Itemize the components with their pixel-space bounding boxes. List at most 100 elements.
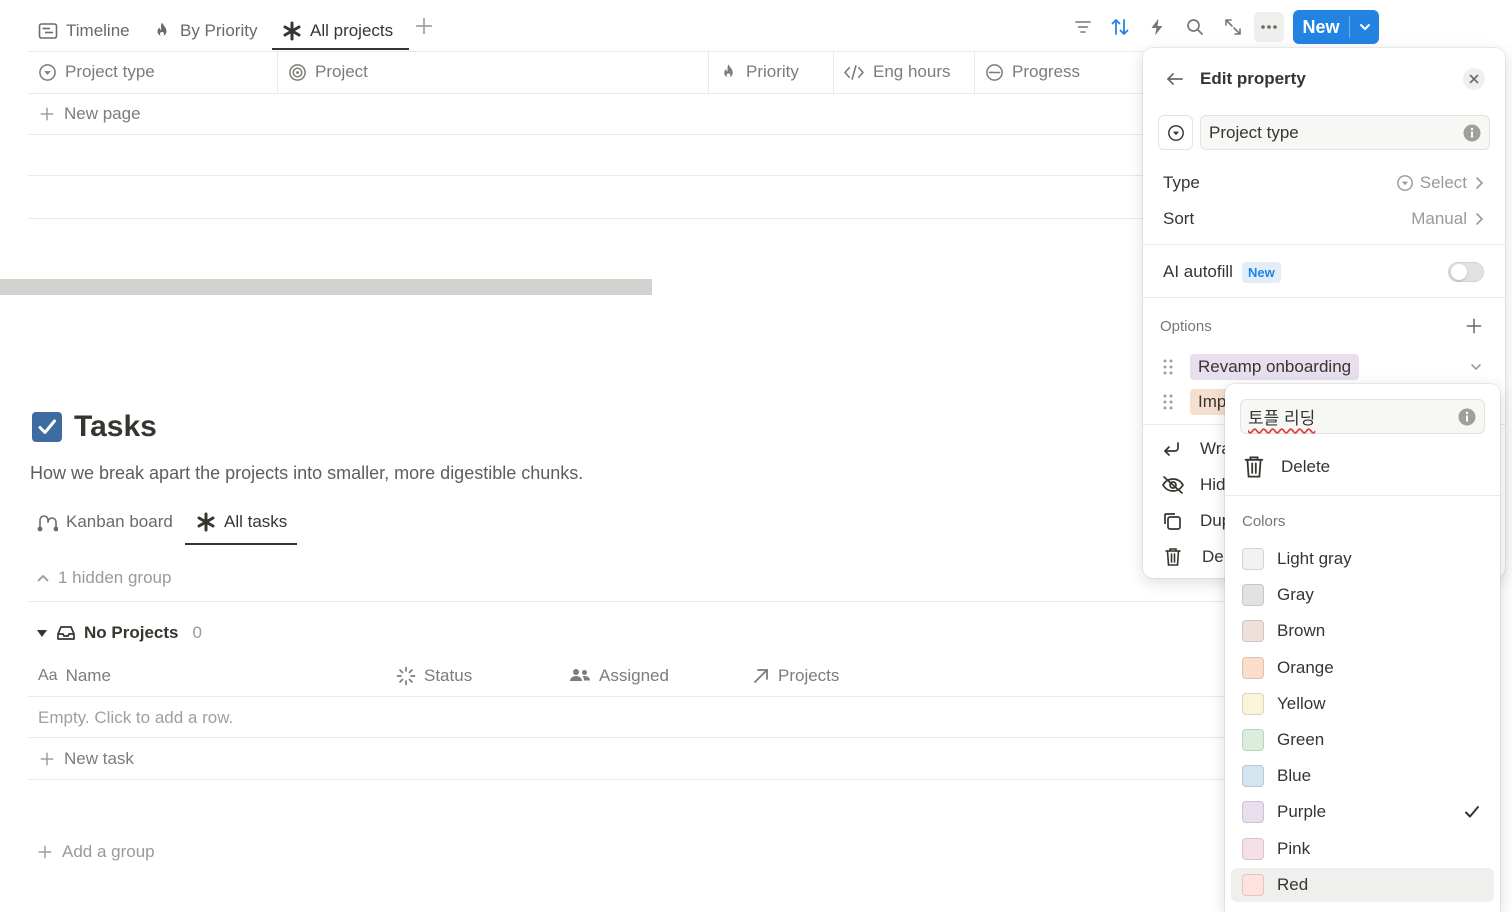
option-name-value: 토플 리딩	[1248, 409, 1316, 428]
column-header-project[interactable]: Project	[288, 62, 368, 82]
column-header-status[interactable]: Status	[396, 666, 472, 686]
flame-icon	[719, 63, 738, 82]
menu-divider	[1225, 495, 1500, 496]
color-option[interactable]: Light gray	[1231, 542, 1494, 576]
option-edit-menu: 토플 리딩 Delete Colors Light gray Gray Brown O…	[1225, 384, 1500, 912]
action-label: Hid	[1200, 475, 1226, 494]
new-page-button[interactable]: New page	[38, 104, 141, 124]
property-name-value: Project type	[1209, 122, 1299, 142]
title-text: Tasks	[74, 410, 157, 443]
column-header-name[interactable]: Aa Name	[38, 666, 111, 686]
color-option[interactable]: Green	[1231, 723, 1494, 757]
wrap-icon	[1162, 439, 1182, 459]
color-option[interactable]: Red	[1231, 868, 1494, 902]
automation-button[interactable]	[1142, 12, 1172, 42]
search-button[interactable]	[1180, 12, 1210, 42]
hidden-group-label: 1 hidden group	[58, 568, 172, 587]
expand-button[interactable]	[1218, 12, 1248, 42]
trash-icon	[1243, 455, 1265, 479]
plus-icon	[38, 750, 56, 768]
empty-row-message[interactable]: Empty. Click to add a row.	[38, 708, 233, 728]
caret-down-icon	[36, 627, 48, 639]
drag-handle-icon[interactable]	[1162, 393, 1174, 411]
add-view-button[interactable]	[414, 16, 434, 38]
toggle-knob	[1451, 264, 1467, 280]
back-arrow-icon[interactable]	[1165, 69, 1185, 89]
color-option[interactable]: Gray	[1231, 578, 1494, 612]
timeline-icon	[38, 21, 58, 41]
color-option[interactable]: Orange	[1231, 651, 1494, 685]
property-icon-button[interactable]	[1158, 115, 1193, 150]
select-icon	[1396, 174, 1414, 192]
option-pill: Revamp onboarding	[1190, 354, 1360, 380]
tab-timeline[interactable]: Timeline	[38, 12, 130, 50]
header-border	[28, 93, 1143, 94]
tab-all-projects[interactable]: All projects	[282, 12, 393, 50]
ai-autofill-row: AI autofill New	[1143, 258, 1505, 286]
column-header-projects[interactable]: Projects	[752, 666, 839, 686]
column-label: Name	[65, 666, 111, 685]
delete-option-button[interactable]: Delete	[1243, 453, 1330, 481]
active-tab-indicator	[272, 48, 409, 50]
panel-header: Edit property	[1143, 66, 1505, 92]
filter-button[interactable]	[1068, 12, 1098, 42]
new-button[interactable]: New	[1293, 10, 1379, 44]
sort-button[interactable]	[1105, 12, 1135, 42]
add-option-icon[interactable]	[1465, 317, 1483, 335]
option-name-input[interactable]: 토플 리딩	[1240, 399, 1485, 434]
tab-kanban-board[interactable]: Kanban board	[36, 503, 173, 541]
column-label: Projects	[778, 666, 840, 685]
ai-autofill-toggle[interactable]	[1448, 262, 1484, 282]
tab-by-priority[interactable]: By Priority	[152, 12, 257, 50]
more-button[interactable]	[1254, 12, 1284, 42]
status-icon	[396, 666, 416, 686]
color-swatch	[1242, 729, 1264, 751]
add-group-button[interactable]: Add a group	[36, 842, 155, 862]
column-header-progress[interactable]: Progress	[985, 62, 1080, 82]
tab-label: Timeline	[66, 21, 130, 40]
sort-row[interactable]: Sort Manual	[1143, 206, 1505, 232]
color-swatch	[1242, 765, 1264, 787]
option-row[interactable]: Revamp onboarding	[1143, 354, 1505, 380]
hidden-group-toggle[interactable]: 1 hidden group	[36, 568, 171, 588]
chevron-up-icon	[36, 571, 50, 585]
close-button[interactable]	[1463, 68, 1485, 90]
color-option[interactable]: Pink	[1231, 832, 1494, 866]
color-option[interactable]: Yellow	[1231, 687, 1494, 721]
color-option[interactable]: Blue	[1231, 759, 1494, 793]
color-label: Light gray	[1277, 549, 1352, 568]
chevron-down-icon	[1358, 20, 1372, 34]
color-swatch	[1242, 584, 1264, 606]
column-header-assigned[interactable]: Assigned	[569, 666, 669, 686]
group-label: No Projects	[84, 623, 179, 642]
color-label: Orange	[1277, 658, 1334, 677]
delete-label: Delete	[1281, 457, 1331, 476]
options-label: Options	[1160, 317, 1212, 335]
info-icon[interactable]	[1463, 124, 1481, 142]
color-swatch	[1242, 693, 1264, 715]
property-name-input[interactable]: Project type	[1200, 115, 1490, 150]
color-option[interactable]: Brown	[1231, 614, 1494, 648]
color-option[interactable]: Purple	[1231, 795, 1494, 829]
group-header[interactable]: No Projects 0	[36, 623, 202, 643]
table-border-top	[28, 51, 1143, 52]
color-label: Red	[1277, 875, 1309, 894]
sort-icon	[1109, 16, 1131, 38]
new-dropdown-button[interactable]	[1350, 10, 1379, 44]
new-task-button[interactable]: New task	[38, 749, 134, 769]
tab-all-tasks[interactable]: All tasks	[196, 503, 287, 541]
drag-handle-icon[interactable]	[1162, 358, 1174, 376]
column-label: Progress	[1012, 62, 1081, 81]
tab-label: By Priority	[180, 21, 258, 40]
column-label: Assigned	[599, 666, 669, 685]
horizontal-scrollbar[interactable]	[0, 279, 652, 295]
row-border	[28, 737, 1225, 738]
column-header-priority[interactable]: Priority	[719, 62, 799, 82]
tab-label: All projects	[310, 21, 394, 40]
add-group-label: Add a group	[62, 842, 155, 861]
info-icon[interactable]	[1458, 408, 1476, 426]
type-row[interactable]: Type Select	[1143, 170, 1505, 196]
column-header-project-type[interactable]: Project type	[38, 62, 155, 82]
chevron-down-icon[interactable]	[1469, 360, 1483, 374]
column-header-eng-hours[interactable]: Eng hours	[843, 62, 951, 82]
